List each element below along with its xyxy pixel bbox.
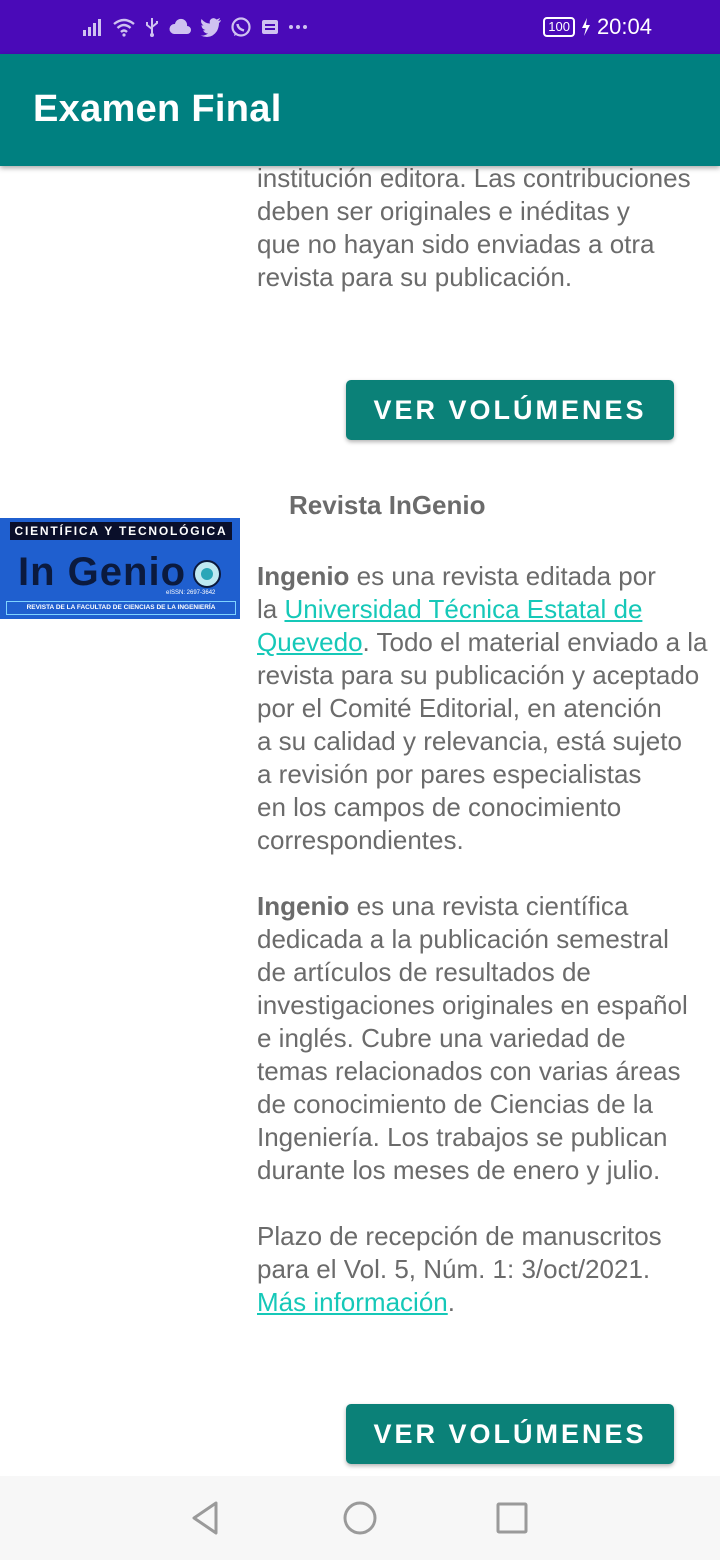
status-right: 100 20:04 <box>543 12 652 42</box>
home-icon[interactable] <box>340 1498 380 1538</box>
scroll-content[interactable]: institución editora. Las contribuciones … <box>0 166 720 1476</box>
logo-top-text: CIENTÍFICA Y TECNOLÓGICA <box>10 522 232 540</box>
twitter-icon <box>200 18 221 37</box>
ver-volumenes-button[interactable]: VER VOLÚMENES <box>346 1404 674 1464</box>
card-paragraph-2: Ingenio es una revista científica dedica… <box>257 890 720 1187</box>
p3-text: Plazo de recepción de manuscritos para e… <box>257 1221 662 1284</box>
battery-icon: 100 <box>543 17 575 37</box>
card-title: Revista InGenio <box>289 490 486 520</box>
globe-icon <box>193 560 221 588</box>
mas-informacion-link[interactable]: Más información <box>257 1287 448 1317</box>
back-icon[interactable] <box>186 1498 226 1538</box>
logo-issn: eISSN: 2697-3642 <box>166 590 216 596</box>
charging-icon <box>581 18 590 36</box>
ingenio-bold-2: Ingenio <box>257 891 350 921</box>
prev-card-text: institución editora. Las contribuciones … <box>257 166 691 292</box>
usb-icon <box>146 18 158 37</box>
message-icon <box>262 20 278 34</box>
more-icon <box>289 25 307 29</box>
p2-text: es una revista científica dedicada a la … <box>257 891 688 1185</box>
app-bar: Examen Final <box>0 54 720 166</box>
ingenio-bold-1: Ingenio <box>257 561 350 591</box>
logo-bottom-text: REVISTA DE LA FACULTAD DE CIENCIAS DE LA… <box>6 601 236 615</box>
p3-end: . <box>447 1287 455 1317</box>
whatsapp-icon <box>231 17 251 37</box>
p1-text-b: . Todo el material enviado a la revista … <box>257 627 708 855</box>
signal-icon <box>83 19 101 36</box>
cloud-icon <box>169 18 191 34</box>
app-title: Examen Final <box>33 88 282 130</box>
ver-volumenes-button-prev[interactable]: VER VOLÚMENES <box>346 380 674 440</box>
card-paragraph-1: Ingenio es una revista editada por la Un… <box>257 560 720 857</box>
wifi-icon <box>113 18 135 37</box>
status-icons <box>82 12 308 42</box>
logo-main-text: In Genio <box>18 550 186 594</box>
ingenio-logo: CIENTÍFICA Y TECNOLÓGICA In Genio eISSN:… <box>0 518 240 619</box>
recents-icon[interactable] <box>492 1498 532 1538</box>
clock: 20:04 <box>596 14 652 39</box>
status-bar: 100 20:04 <box>0 0 720 54</box>
card-paragraph-3: Plazo de recepción de manuscritos para e… <box>257 1220 720 1319</box>
navigation-bar <box>0 1476 720 1560</box>
